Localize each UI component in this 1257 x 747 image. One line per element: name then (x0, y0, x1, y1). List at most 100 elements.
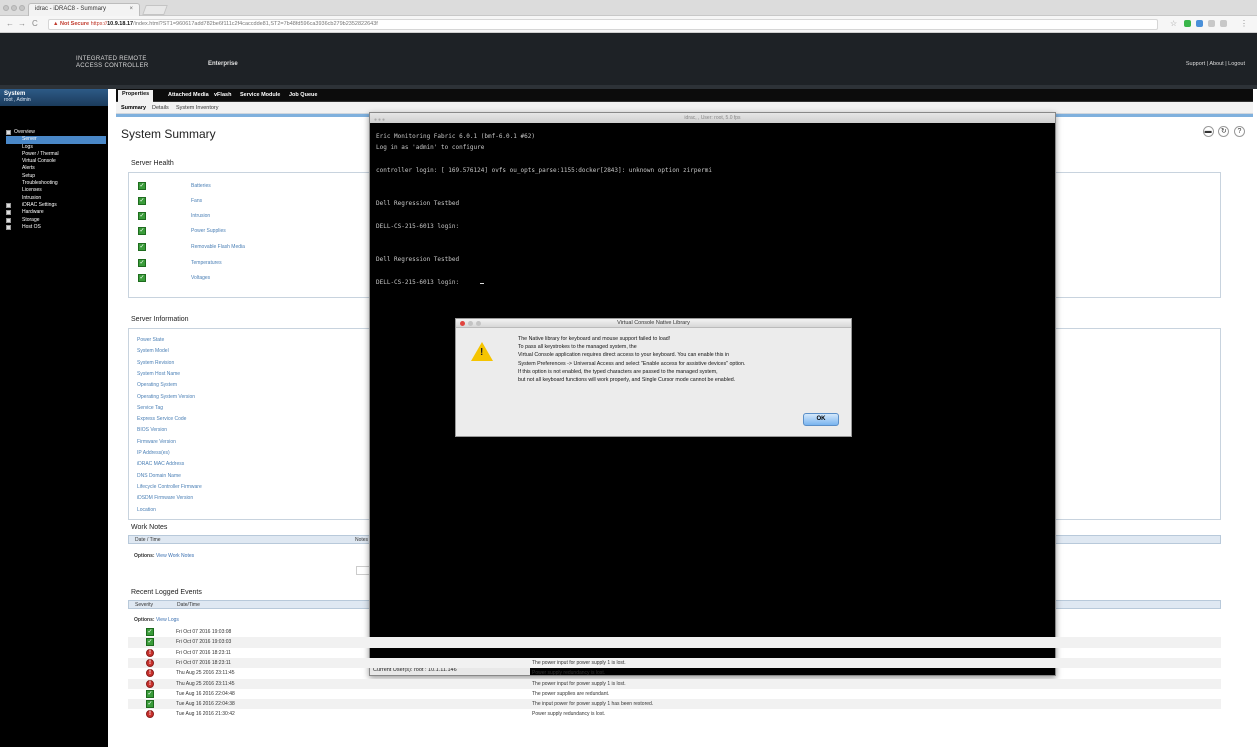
health-item-label[interactable]: Temperatures (191, 260, 222, 266)
expand-icon[interactable] (6, 130, 11, 135)
close-icon[interactable] (460, 321, 465, 326)
expand-icon[interactable] (6, 210, 11, 216)
tree-item-label: Host OS (22, 223, 41, 230)
ok-status-icon: ✓ (138, 259, 146, 267)
event-date: Tue Aug 16 2016 22:04:48 (176, 690, 235, 697)
extension-icon[interactable] (1184, 20, 1191, 27)
not-secure-label: Not Secure (59, 21, 90, 27)
tab-service-module[interactable]: Service Module (240, 92, 280, 98)
forward-icon[interactable]: → (18, 19, 26, 28)
tree-item[interactable]: Server (6, 136, 106, 144)
health-item-label[interactable]: Power Supplies (191, 228, 226, 234)
table-row: ✓ Tue Aug 16 2016 22:04:48 The power suppl… (128, 689, 1221, 699)
tree-item[interactable]: Setup (6, 173, 106, 180)
expand-icon[interactable] (6, 217, 11, 223)
critical-status-icon: ! (146, 658, 154, 667)
tab-attached-media[interactable]: Attached Media (168, 92, 209, 98)
tree-item[interactable]: Logs (6, 144, 106, 151)
view-work-notes-link[interactable]: View Work Notes (156, 553, 194, 559)
console-window-controls[interactable]: ●●● (374, 115, 386, 125)
server-info-label: Operating System (137, 382, 178, 389)
extension-icon[interactable] (1196, 20, 1203, 27)
tab-summary[interactable]: Summary (121, 105, 146, 111)
event-message: The power input for power supply 1 is lo… (532, 680, 626, 687)
browser-tab[interactable]: idrac - iDRAC8 - Summary × (28, 3, 140, 16)
tree-item[interactable]: Hardware (6, 209, 106, 216)
refresh-icon[interactable]: ↻ (1218, 126, 1230, 137)
event-date: Fri Oct 07 2016 19:03:08 (176, 629, 232, 635)
ok-status-icon: ✓ (146, 689, 154, 698)
critical-status-icon: ! (146, 679, 154, 688)
dialog-message: The Native library for keyboard and mous… (518, 335, 848, 384)
help-icon[interactable]: ? (1234, 126, 1245, 137)
options-label: Options: (134, 617, 155, 623)
tree-item[interactable]: Alerts (6, 165, 106, 172)
dialog-message-line: System Preferences -> Universal Access a… (518, 360, 746, 367)
event-date: Fri Oct 07 2016 19:03:03 (176, 639, 232, 646)
tab-system-inventory[interactable]: System Inventory (176, 105, 219, 111)
console-title: idrac, , User: root, 5.0 fps (684, 115, 741, 121)
tree-item-label: Server (22, 136, 37, 143)
expand-icon[interactable] (6, 202, 11, 208)
event-message: Power supply redundancy is lost. (532, 670, 606, 677)
terminal-line: DELL-CS-215-6013 login: (376, 222, 460, 230)
critical-status-icon: ! (146, 648, 154, 657)
tree-item[interactable]: Overview (6, 129, 106, 136)
extension-icon[interactable] (1220, 20, 1227, 27)
tab-job-queue[interactable]: Job Queue (289, 92, 317, 98)
expand-icon[interactable] (6, 224, 11, 230)
window-zoom-dot[interactable] (19, 5, 25, 11)
event-message: Power supply redundancy is lost. (532, 711, 606, 718)
health-item-label[interactable]: Voltages (191, 275, 210, 281)
reload-icon[interactable]: C (32, 19, 38, 28)
left-tree-pane: System root , Admin Overview Server Logs Po… (0, 89, 108, 747)
tree-item[interactable]: Host OS (6, 224, 106, 231)
system-header[interactable]: System root , Admin (0, 89, 108, 106)
tree-item[interactable]: Troubleshooting (6, 180, 106, 187)
server-info-label: Power State (137, 337, 165, 343)
tab-properties[interactable]: Properties (118, 90, 154, 102)
tab-details[interactable]: Details (152, 105, 169, 111)
tree-item[interactable]: iDRAC Settings (6, 202, 106, 209)
table-row: ✓ Tue Aug 16 2016 22:04:38 The input power… (128, 699, 1221, 710)
tree-item-label: Hardware (22, 209, 44, 216)
new-tab-button[interactable] (142, 5, 168, 15)
tab-vflash[interactable]: vFlash (214, 92, 231, 98)
window-minimize-dot[interactable] (11, 5, 17, 11)
zoom-icon (476, 321, 481, 326)
health-item-label[interactable]: Fans (191, 198, 202, 204)
header-links[interactable]: Support | About | Logout (1186, 61, 1245, 67)
table-row: ! Thu Aug 25 2016 23:11:45 Power supply re… (128, 668, 1221, 678)
window-close-dot[interactable] (3, 5, 9, 11)
event-message: The input power for power supply 1 has b… (532, 701, 654, 708)
print-icon[interactable]: ▬ (1202, 126, 1214, 137)
ok-button[interactable]: OK (803, 413, 839, 426)
tree-item[interactable]: Intrusion (6, 195, 106, 202)
health-item-label[interactable]: Removable Flash Media (191, 244, 245, 250)
view-logs-link[interactable]: View Logs (156, 617, 179, 623)
terminal-line: controller login: [ 169.576124] ovfs ou_… (376, 166, 712, 174)
edition-label: Enterprise (208, 61, 238, 67)
tab-close-icon[interactable]: × (129, 6, 133, 12)
back-icon[interactable]: ← (6, 19, 14, 28)
tree-item-label: Storage (22, 216, 40, 223)
table-row: ✓ Fri Oct 07 2016 19:03:08 (128, 627, 1221, 637)
tree-item[interactable]: Virtual Console (6, 158, 106, 165)
url-input[interactable]: ▲ Not Secure https://10.9.18.17/index.ht… (48, 19, 1158, 30)
dialog-message-line: If this option is not enabled, the typed… (518, 368, 718, 375)
ok-status-icon: ✓ (138, 274, 146, 282)
events-options: Options: View Logs (134, 617, 179, 623)
tree-item[interactable]: Storage (6, 217, 106, 224)
tree-item-label: iDRAC Settings (22, 201, 57, 208)
extension-icon[interactable] (1208, 20, 1215, 27)
tree-item-label: Overview (14, 129, 35, 135)
server-info-label: DNS Domain Name (137, 472, 181, 479)
health-item-label[interactable]: Batteries (191, 183, 211, 189)
health-item-label[interactable]: Intrusion (191, 213, 210, 219)
notes-input[interactable] (356, 566, 370, 575)
tree-item[interactable]: Licenses (6, 187, 106, 194)
console-titlebar[interactable]: ●●● idrac, , User: root, 5.0 fps (370, 113, 1055, 123)
browser-menu-icon[interactable]: ⋮ (1240, 19, 1248, 28)
bookmark-star-icon[interactable]: ☆ (1170, 19, 1177, 28)
tree-item[interactable]: Power / Thermal (6, 151, 106, 158)
